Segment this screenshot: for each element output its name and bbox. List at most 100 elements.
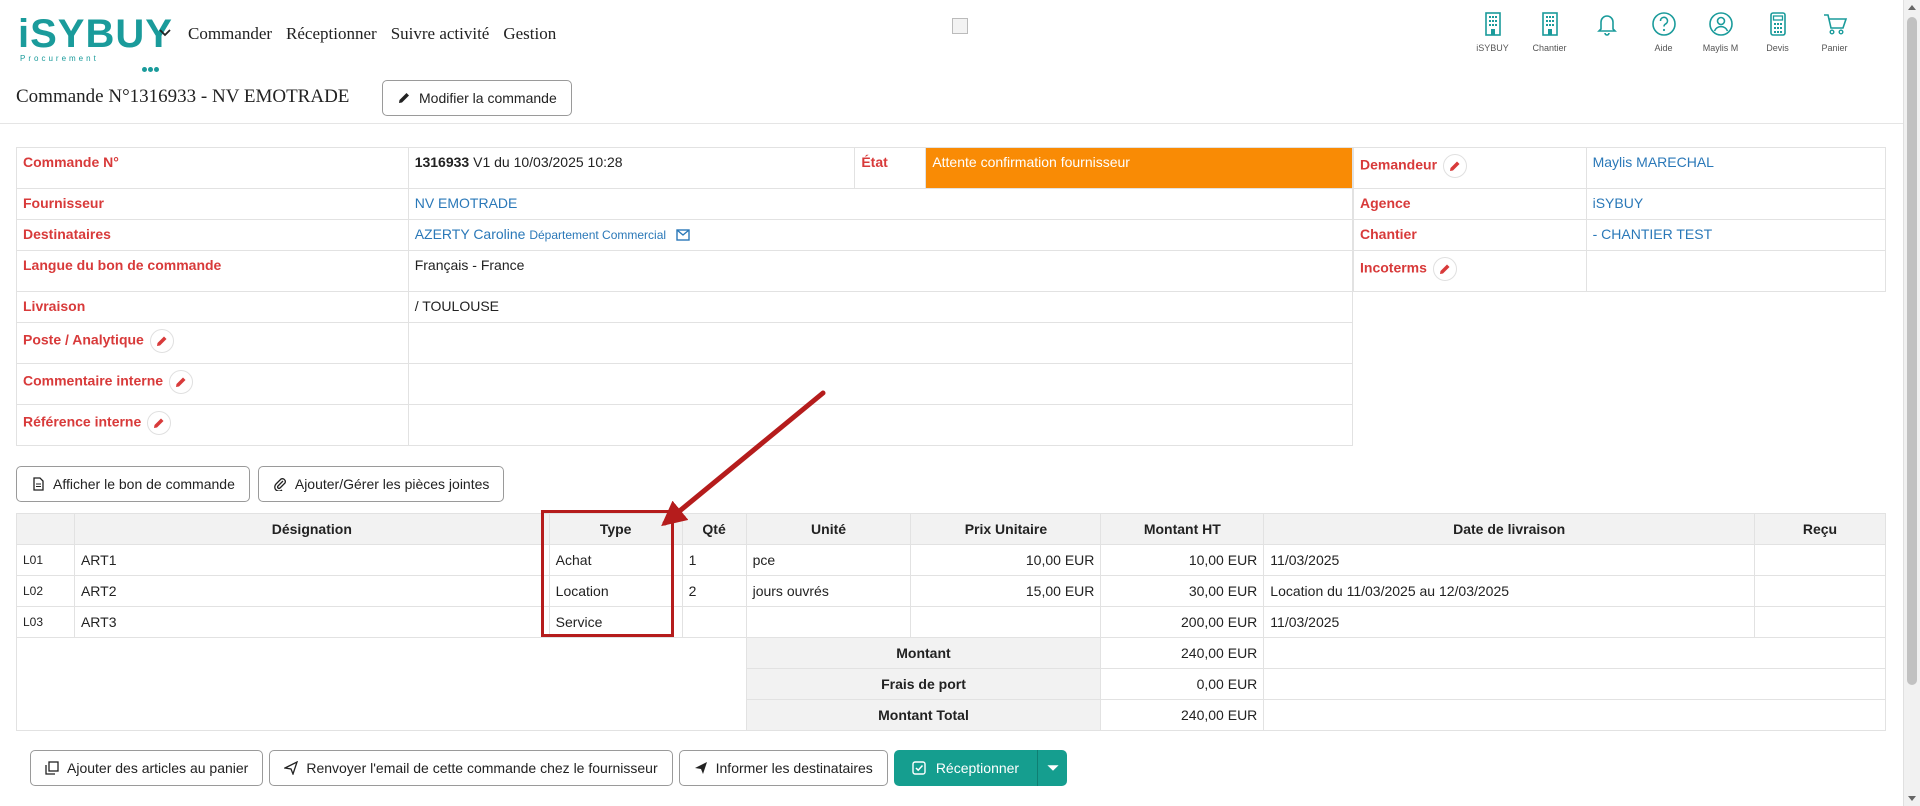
order-footer-actions: Ajouter des articles au panier Renvoyer …	[30, 750, 1068, 786]
column-header-recu[interactable]: Reçu	[1754, 513, 1886, 545]
langue-value: Français - France	[407, 250, 1354, 292]
notifications-button[interactable]	[1578, 10, 1635, 53]
modify-order-button[interactable]: Modifier la commande	[382, 80, 572, 116]
page-header: Commande N°1316933 - NV EMOTRADE Modifie…	[0, 70, 1903, 124]
quotes-button[interactable]: Devis	[1749, 10, 1806, 53]
send-icon	[694, 762, 707, 774]
scroll-up-arrow[interactable]	[1908, 5, 1916, 10]
chantier-shortcut[interactable]: Chantier	[1521, 10, 1578, 53]
broken-image-icon	[952, 18, 968, 34]
livraison-label: Livraison	[16, 291, 409, 323]
line-designation: ART2	[73, 575, 550, 607]
modify-order-label: Modifier la commande	[419, 90, 557, 106]
order-info-left: Commande N° 1316933 V1 du 10/03/2025 10:…	[16, 147, 1354, 446]
line-montant: 30,00 EUR	[1100, 575, 1265, 607]
pencil-icon	[1450, 161, 1460, 171]
logo-dots	[142, 59, 166, 72]
table-row[interactable]: L02 ART2 Location 2 jours ouvrés 15,00 E…	[16, 575, 1886, 607]
commande-label: Commande N°	[16, 147, 409, 189]
nav-commander[interactable]: Commander	[188, 24, 272, 44]
line-prix: 15,00 EUR	[910, 575, 1102, 607]
building-icon	[1541, 12, 1558, 36]
edit-demandeur-button[interactable]	[1443, 154, 1468, 178]
edit-commentaire-button[interactable]	[169, 370, 194, 394]
fournisseur-link[interactable]: NV EMOTRADE	[407, 188, 1354, 220]
inform-recipients-label: Informer les destinataires	[715, 760, 873, 776]
agence-label: Agence	[1353, 188, 1587, 220]
receive-dropdown-toggle[interactable]	[1037, 750, 1067, 786]
copy-icon	[45, 761, 59, 775]
line-designation: ART1	[73, 544, 550, 576]
add-to-cart-label: Ajouter des articles au panier	[67, 760, 249, 776]
poste-value	[407, 322, 1354, 364]
main-nav: Commander Réceptionner Suivre activité G…	[188, 24, 556, 44]
destinataire-name[interactable]: AZERTY Caroline	[415, 226, 526, 242]
destinataires-label: Destinataires	[16, 219, 409, 251]
paperclip-icon	[273, 478, 286, 491]
commande-number: 1316933	[414, 154, 470, 170]
help-button[interactable]: Aide	[1635, 10, 1692, 53]
line-ref: L01	[16, 544, 75, 576]
chevron-down-icon[interactable]	[158, 26, 172, 40]
commentaire-label: Commentaire interne	[23, 372, 164, 389]
nav-gestion[interactable]: Gestion	[503, 24, 556, 44]
receive-label: Réceptionner	[935, 760, 1020, 776]
cart-label: Panier	[1821, 43, 1848, 53]
total-value: 0,00 EUR	[1100, 668, 1265, 700]
receive-button[interactable]: Réceptionner	[894, 750, 1037, 786]
cart-button[interactable]: Panier	[1806, 10, 1863, 53]
inform-recipients-button[interactable]: Informer les destinataires	[678, 750, 888, 786]
help-label: Aide	[1654, 43, 1673, 53]
column-header-montant[interactable]: Montant HT	[1100, 513, 1265, 545]
line-recu	[1754, 606, 1886, 638]
attachments-button[interactable]: Ajouter/Gérer les pièces jointes	[257, 466, 505, 502]
user-menu-button[interactable]: Maylis M	[1692, 10, 1749, 53]
isybuy-shortcut[interactable]: iSYBUY	[1464, 10, 1521, 53]
reference-label: Référence interne	[23, 413, 142, 430]
user-icon	[1708, 12, 1733, 36]
calculator-icon	[1769, 12, 1786, 36]
page-title: Commande N°1316933 - NV EMOTRADE	[16, 86, 350, 107]
line-date: 11/03/2025	[1263, 544, 1755, 576]
livraison-value: / TOULOUSE	[407, 291, 1354, 323]
scroll-thumb[interactable]	[1907, 17, 1917, 685]
user-label: Maylis M	[1702, 43, 1739, 53]
line-recu	[1754, 575, 1886, 607]
caret-down-icon	[1046, 765, 1059, 771]
chantier-value[interactable]: - CHANTIER TEST	[1585, 219, 1887, 251]
nav-suivre-activite[interactable]: Suivre activité	[391, 24, 490, 44]
bell-icon	[1596, 15, 1617, 36]
cart-icon	[1823, 14, 1847, 35]
column-header-designation[interactable]: Désignation	[73, 513, 550, 545]
column-header-unite[interactable]: Unité	[745, 513, 912, 545]
column-header-prix[interactable]: Prix Unitaire	[910, 513, 1102, 545]
demandeur-label: Demandeur	[1360, 156, 1438, 173]
nav-receptionner[interactable]: Réceptionner	[286, 24, 377, 44]
add-to-cart-button[interactable]: Ajouter des articles au panier	[30, 750, 264, 786]
line-date: Location du 11/03/2025 au 12/03/2025	[1263, 575, 1755, 607]
agence-value[interactable]: iSYBUY	[1585, 188, 1887, 220]
totals-row-montant: Montant 240,00 EUR	[16, 637, 1886, 731]
table-header-row: Désignation Type Qté Unité Prix Unitaire…	[16, 513, 1886, 545]
table-row[interactable]: L03 ART3 Service 200,00 EUR 11/03/2025	[16, 606, 1886, 638]
reference-value	[407, 404, 1354, 446]
edit-poste-button[interactable]	[149, 329, 174, 353]
edit-reference-button[interactable]	[147, 411, 172, 435]
demandeur-value[interactable]: Maylis MARECHAL	[1585, 147, 1887, 189]
scroll-down-arrow[interactable]	[1908, 796, 1916, 801]
pencil-icon	[156, 336, 167, 346]
resend-email-button[interactable]: Renvoyer l'email de cette commande chez …	[269, 750, 673, 786]
table-row[interactable]: L01 ART1 Achat 1 pce 10,00 EUR 10,00 EUR…	[16, 544, 1886, 576]
incoterms-label: Incoterms	[1360, 259, 1427, 276]
column-header-ref	[16, 513, 75, 545]
vertical-scrollbar[interactable]	[1903, 0, 1920, 806]
status-badge: Attente confirmation fournisseur	[925, 147, 1353, 189]
edit-incoterms-button[interactable]	[1432, 257, 1457, 281]
receive-button-group: Réceptionner	[893, 750, 1068, 786]
show-po-button[interactable]: Afficher le bon de commande	[16, 466, 250, 502]
isybuy-logo[interactable]: iSYBUY Procurement	[18, 14, 172, 72]
column-header-qte[interactable]: Qté	[681, 513, 747, 545]
envelope-icon[interactable]	[676, 229, 690, 241]
incoterms-value	[1585, 250, 1887, 292]
column-header-date[interactable]: Date de livraison	[1263, 513, 1755, 545]
